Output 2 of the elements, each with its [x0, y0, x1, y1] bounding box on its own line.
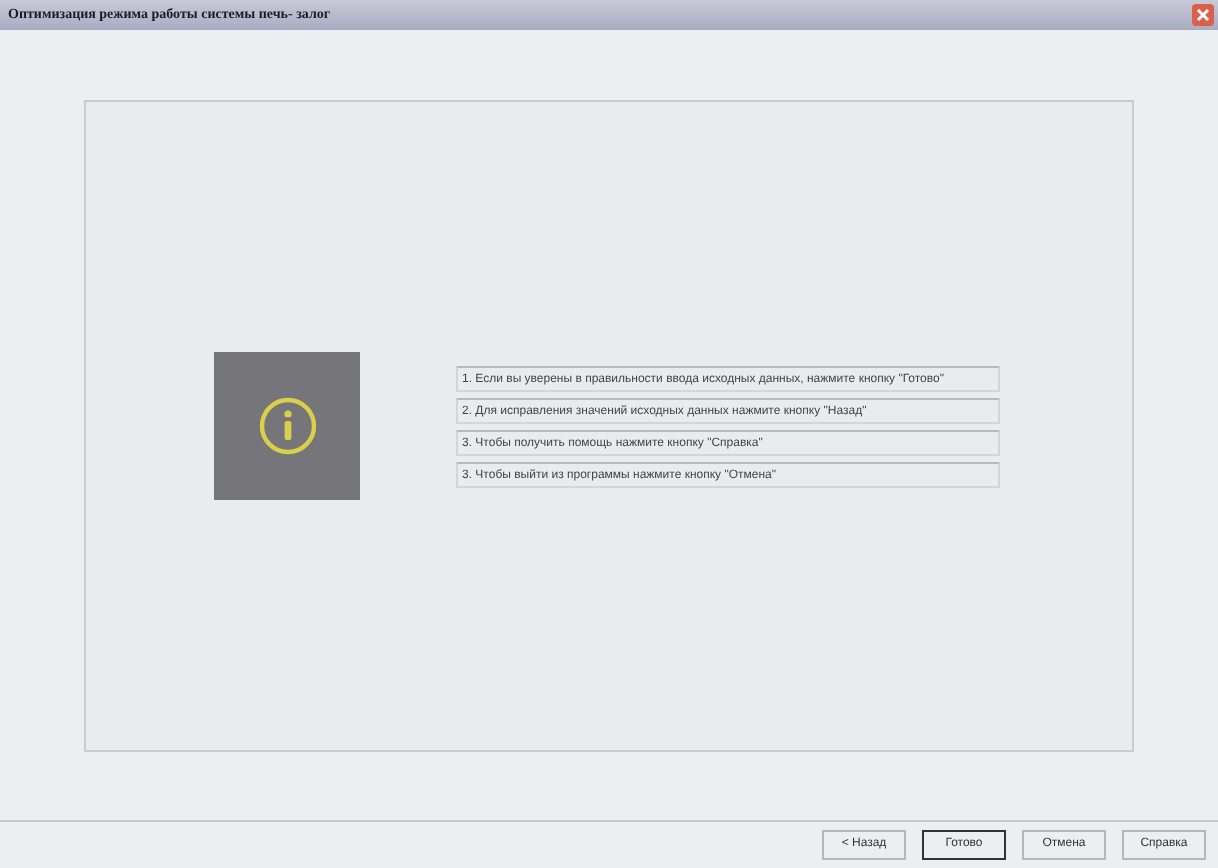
close-icon[interactable] [1192, 4, 1214, 26]
info-icon [257, 396, 317, 456]
